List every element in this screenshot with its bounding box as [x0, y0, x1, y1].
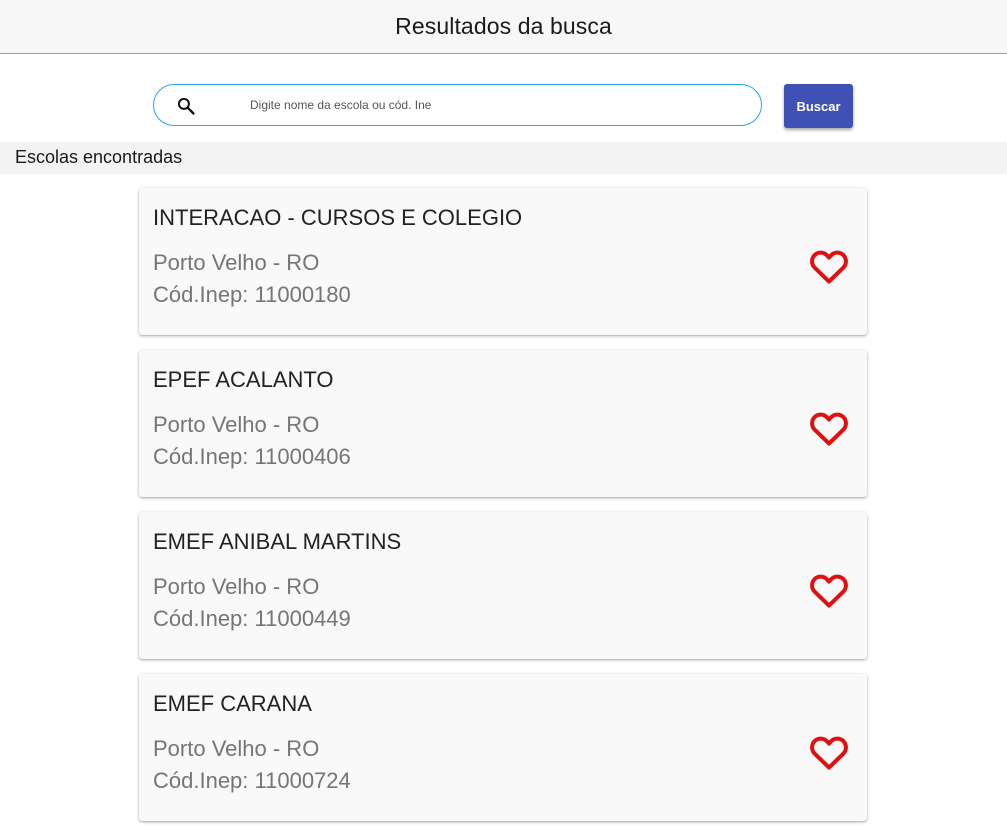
page-title: Resultados da busca — [395, 13, 612, 39]
section-title: Escolas encontradas — [15, 147, 183, 167]
search-icon — [177, 97, 195, 115]
heart-outline-icon[interactable] — [807, 244, 851, 288]
school-list: INTERACAO - CURSOS E COLEGIO Porto Velho… — [139, 188, 867, 836]
school-city: Porto Velho - RO — [153, 412, 320, 437]
school-name: EMEF ANIBAL MARTINS — [153, 529, 402, 554]
heart-outline-icon[interactable] — [807, 730, 851, 774]
school-card[interactable]: INTERACAO - CURSOS E COLEGIO Porto Velho… — [139, 188, 867, 335]
school-inep-code: Cód.Inep: 11000406 — [153, 444, 351, 469]
school-city: Porto Velho - RO — [153, 250, 320, 275]
app-header: Resultados da busca — [0, 0, 1007, 54]
school-inep-code: Cód.Inep: 11000180 — [153, 282, 351, 307]
search-box[interactable] — [153, 84, 762, 126]
school-inep-code: Cód.Inep: 11000449 — [153, 606, 351, 631]
school-name: EPEF ACALANTO — [153, 367, 334, 392]
school-name: INTERACAO - CURSOS E COLEGIO — [153, 205, 523, 230]
school-city: Porto Velho - RO — [153, 736, 320, 761]
school-card[interactable]: EMEF CARANA Porto Velho - RO Cód.Inep: 1… — [139, 674, 867, 821]
search-input[interactable] — [250, 85, 730, 125]
heart-outline-icon[interactable] — [807, 568, 851, 612]
school-card[interactable]: EPEF ACALANTO Porto Velho - RO Cód.Inep:… — [139, 350, 867, 497]
school-city: Porto Velho - RO — [153, 574, 320, 599]
heart-outline-icon[interactable] — [807, 406, 851, 450]
results-section-header: Escolas encontradas — [0, 142, 1007, 174]
school-inep-code: Cód.Inep: 11000724 — [153, 768, 351, 793]
search-button[interactable]: Buscar — [784, 84, 853, 128]
school-name: EMEF CARANA — [153, 691, 312, 716]
school-card[interactable]: EMEF ANIBAL MARTINS Porto Velho - RO Cód… — [139, 512, 867, 659]
